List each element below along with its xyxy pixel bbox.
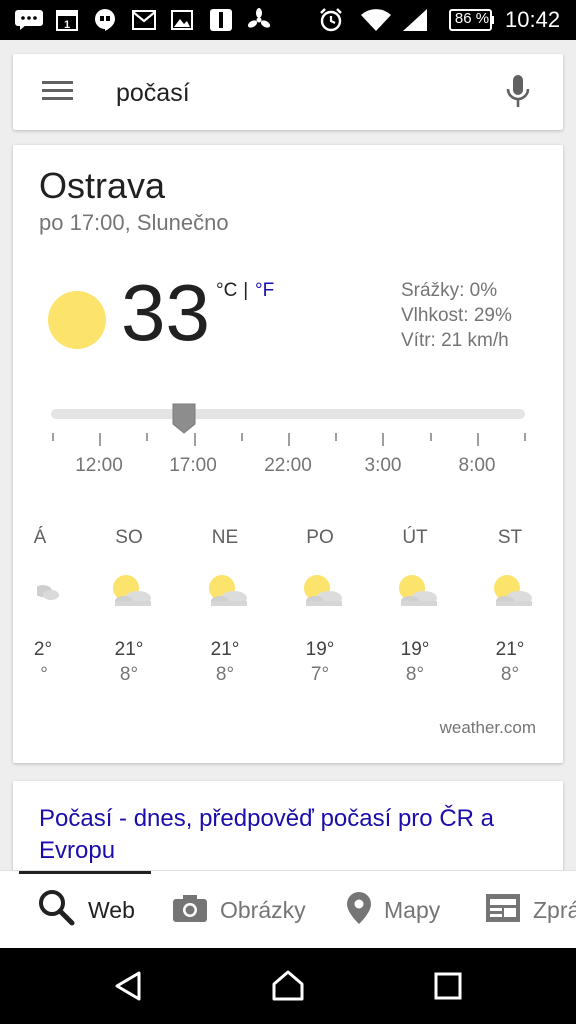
status-bar: 1 86 % 10:42 bbox=[0, 0, 576, 40]
forecast-low: 8° bbox=[215, 664, 235, 685]
status-time: 10:42 bbox=[505, 7, 561, 32]
timeline-tick bbox=[146, 433, 149, 441]
forecast-low: 8° bbox=[405, 664, 425, 685]
forecast-high: 21° bbox=[114, 639, 144, 660]
newspaper-icon bbox=[485, 892, 521, 929]
weather-card[interactable]: Ostrava po 17:00, Slunečno 33 °C | °F Sr… bbox=[13, 145, 563, 763]
gallery-icon bbox=[171, 8, 193, 32]
wifi-icon bbox=[360, 8, 392, 32]
timeline-tick bbox=[99, 433, 102, 446]
timeline-label: 12:00 bbox=[75, 455, 123, 476]
tab-label: Zprávy bbox=[533, 896, 576, 923]
recents-icon[interactable] bbox=[428, 966, 468, 1006]
forecast-high: 2° bbox=[33, 639, 53, 660]
timeline-tick bbox=[429, 433, 432, 441]
menu-icon[interactable] bbox=[42, 79, 74, 108]
map-pin-icon bbox=[346, 891, 372, 930]
home-icon[interactable] bbox=[268, 966, 308, 1006]
tab-label: Mapy bbox=[384, 896, 441, 923]
fan-icon bbox=[247, 8, 271, 32]
tab-images[interactable]: Obrázky bbox=[172, 871, 306, 949]
search-result-title[interactable]: Počasí - dnes, předpověď počasí pro ČR a… bbox=[39, 803, 539, 867]
forecast-high: 21° bbox=[495, 639, 525, 660]
forecast-day-name: SO bbox=[115, 527, 143, 548]
forecast-high: 19° bbox=[400, 639, 430, 660]
sun-icon bbox=[47, 290, 107, 355]
timeline-label: 22:00 bbox=[264, 455, 312, 476]
forecast-day-name: NE bbox=[211, 527, 239, 548]
timeline-label: 8:00 bbox=[458, 455, 496, 476]
battery-level: 86 % bbox=[454, 10, 490, 27]
app-icon bbox=[209, 8, 233, 32]
timeline-tick bbox=[52, 433, 54, 441]
partly-sunny-icon bbox=[201, 573, 251, 614]
timeline-tick bbox=[476, 433, 479, 446]
cloud-icon bbox=[34, 573, 61, 614]
unit-fahrenheit[interactable]: °F bbox=[255, 280, 274, 302]
partly-sunny-icon bbox=[391, 573, 441, 614]
back-icon[interactable] bbox=[108, 966, 148, 1006]
forecast-low: 8° bbox=[119, 664, 139, 685]
forecast-low: ° bbox=[40, 664, 48, 685]
message-icon bbox=[14, 8, 44, 32]
search-result-card[interactable]: Počasí - dnes, předpověď počasí pro ČR a… bbox=[13, 781, 563, 881]
forecast-day-name: ST bbox=[497, 527, 523, 548]
search-bar: počasí bbox=[13, 54, 563, 130]
mic-icon[interactable] bbox=[505, 74, 531, 115]
alarm-icon bbox=[318, 8, 344, 32]
tab-web[interactable]: Web bbox=[38, 871, 135, 949]
gmail-icon bbox=[132, 8, 156, 32]
forecast-low: 8° bbox=[500, 664, 520, 685]
precipitation: Srážky: 0% bbox=[401, 280, 498, 301]
timeline-tick bbox=[335, 433, 338, 441]
timeline-tick bbox=[524, 433, 526, 441]
weather-city: Ostrava bbox=[39, 165, 166, 206]
time-slider-track[interactable] bbox=[51, 409, 525, 419]
wind: Vítr: 21 km/h bbox=[401, 330, 509, 351]
hangouts-icon bbox=[94, 8, 116, 32]
tab-news[interactable]: Zprávy bbox=[485, 871, 576, 949]
forecast-low: 7° bbox=[310, 664, 330, 685]
tab-maps[interactable]: Mapy bbox=[346, 871, 440, 949]
partly-sunny-icon bbox=[105, 573, 155, 614]
tab-label: Web bbox=[88, 896, 135, 923]
search-tabs: Web Obrázky Mapy Zprávy bbox=[0, 870, 576, 948]
timeline-tick bbox=[240, 433, 243, 441]
tab-label: Obrázky bbox=[220, 896, 306, 923]
signal-icon bbox=[402, 8, 428, 32]
forecast-day-name: Á bbox=[33, 527, 47, 548]
search-icon bbox=[38, 889, 76, 932]
forecast-high: 21° bbox=[210, 639, 240, 660]
forecast-day-name: PO bbox=[306, 527, 334, 548]
unit-celsius[interactable]: °C bbox=[216, 280, 237, 302]
calendar-day: 1 bbox=[64, 19, 70, 31]
search-input[interactable]: počasí bbox=[116, 79, 190, 108]
timeline-tick bbox=[382, 433, 385, 446]
weather-source-link[interactable]: weather.com bbox=[440, 718, 536, 738]
calendar-icon: 1 bbox=[56, 8, 78, 32]
camera-icon bbox=[172, 893, 208, 928]
weather-subtitle: po 17:00, Slunečno bbox=[39, 210, 229, 235]
unit-separator: | bbox=[238, 280, 254, 301]
timeline-tick bbox=[193, 433, 196, 446]
temperature: 33 bbox=[121, 268, 210, 357]
forecast-high: 19° bbox=[305, 639, 335, 660]
timeline-label: 3:00 bbox=[364, 455, 402, 476]
partly-sunny-icon bbox=[296, 573, 346, 614]
weather-details: Srážky: 0% Vlhkost: 29% Vítr: 21 km/h bbox=[401, 278, 512, 353]
navigation-bar bbox=[0, 948, 576, 1024]
timeline-tick bbox=[288, 433, 290, 446]
forecast-day-name: ÚT bbox=[402, 527, 428, 548]
humidity: Vlhkost: 29% bbox=[401, 305, 512, 326]
timeline-label: 17:00 bbox=[169, 455, 217, 476]
partly-sunny-icon bbox=[486, 573, 536, 614]
